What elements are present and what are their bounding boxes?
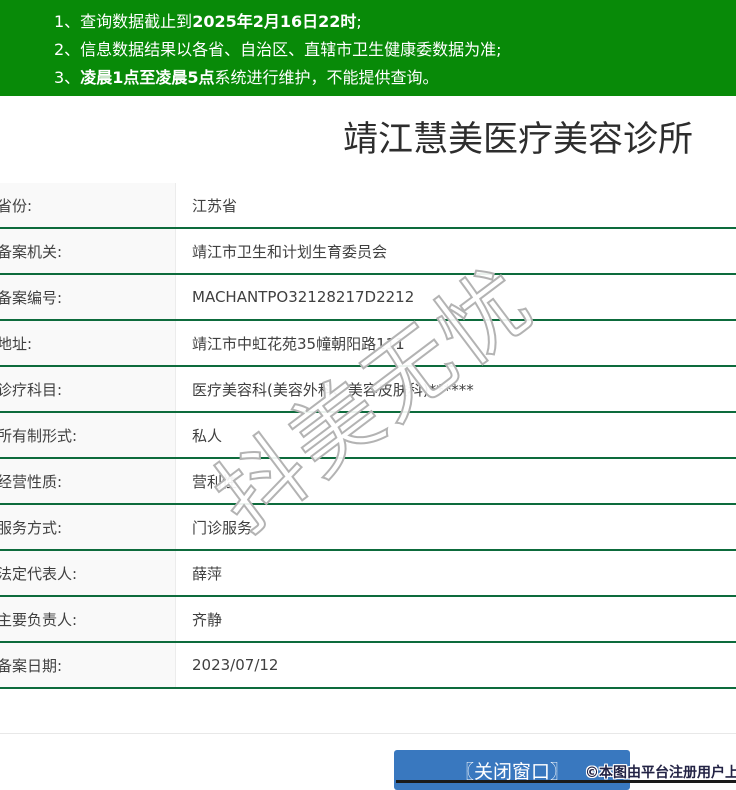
- table-row: 备案日期:2023/07/12: [0, 642, 736, 688]
- field-value: MACHANTPO32128217D2212: [176, 274, 736, 320]
- field-label: 备案机关:: [0, 228, 176, 274]
- field-value: 齐静: [176, 596, 736, 642]
- field-label: 备案编号:: [0, 274, 176, 320]
- field-label: 经营性质:: [0, 458, 176, 504]
- table-row: 备案机关:靖江市卫生和计划生育委员会: [0, 228, 736, 274]
- table-row: 备案编号:MACHANTPO32128217D2212: [0, 274, 736, 320]
- record-table-body: 省份:江苏省备案机关:靖江市卫生和计划生育委员会备案编号:MACHANTPO32…: [0, 183, 736, 688]
- field-label: 法定代表人:: [0, 550, 176, 596]
- field-value: 私人: [176, 412, 736, 458]
- table-row: 地址:靖江市中虹花苑35幢朝阳路111: [0, 320, 736, 366]
- notice-line: 3、凌晨1点至凌晨5点系统进行维护，不能提供查询。: [54, 64, 726, 92]
- field-value: 营利性: [176, 458, 736, 504]
- field-value: 医疗美容科(美容外科、美容皮肤科)******: [176, 366, 736, 412]
- notice-line: 2、信息数据结果以各省、自治区、直辖市卫生健康委数据为准;: [54, 36, 726, 64]
- table-row: 法定代表人:薛萍: [0, 550, 736, 596]
- field-label: 主要负责人:: [0, 596, 176, 642]
- field-value: 靖江市卫生和计划生育委员会: [176, 228, 736, 274]
- table-row: 经营性质:营利性: [0, 458, 736, 504]
- notice-banner: 1、查询数据截止到2025年2月16日22时;2、信息数据结果以各省、自治区、直…: [0, 0, 736, 96]
- table-row: 诊疗科目:医疗美容科(美容外科、美容皮肤科)******: [0, 366, 736, 412]
- table-row: 所有制形式:私人: [0, 412, 736, 458]
- field-value: 2023/07/12: [176, 642, 736, 688]
- field-value: 江苏省: [176, 183, 736, 228]
- field-label: 备案日期:: [0, 642, 176, 688]
- record-table: 省份:江苏省备案机关:靖江市卫生和计划生育委员会备案编号:MACHANTPO32…: [0, 183, 736, 689]
- notice-lines: 1、查询数据截止到2025年2月16日22时;2、信息数据结果以各省、自治区、直…: [54, 8, 726, 92]
- field-label: 地址:: [0, 320, 176, 366]
- table-row: 主要负责人:齐静: [0, 596, 736, 642]
- field-label: 诊疗科目:: [0, 366, 176, 412]
- field-label: 所有制形式:: [0, 412, 176, 458]
- field-label: 省份:: [0, 183, 176, 228]
- field-value: 靖江市中虹花苑35幢朝阳路111: [176, 320, 736, 366]
- notice-line: 1、查询数据截止到2025年2月16日22时;: [54, 8, 726, 36]
- field-value: 门诊服务: [176, 504, 736, 550]
- table-row: 服务方式:门诊服务: [0, 504, 736, 550]
- field-label: 服务方式:: [0, 504, 176, 550]
- table-row: 省份:江苏省: [0, 183, 736, 228]
- field-value: 薛萍: [176, 550, 736, 596]
- footer-divider: [0, 733, 736, 734]
- clinic-title: 靖江慧美医疗美容诊所: [0, 118, 736, 162]
- copyright-stamp: ©本图由平台注册用户上传: [585, 762, 736, 782]
